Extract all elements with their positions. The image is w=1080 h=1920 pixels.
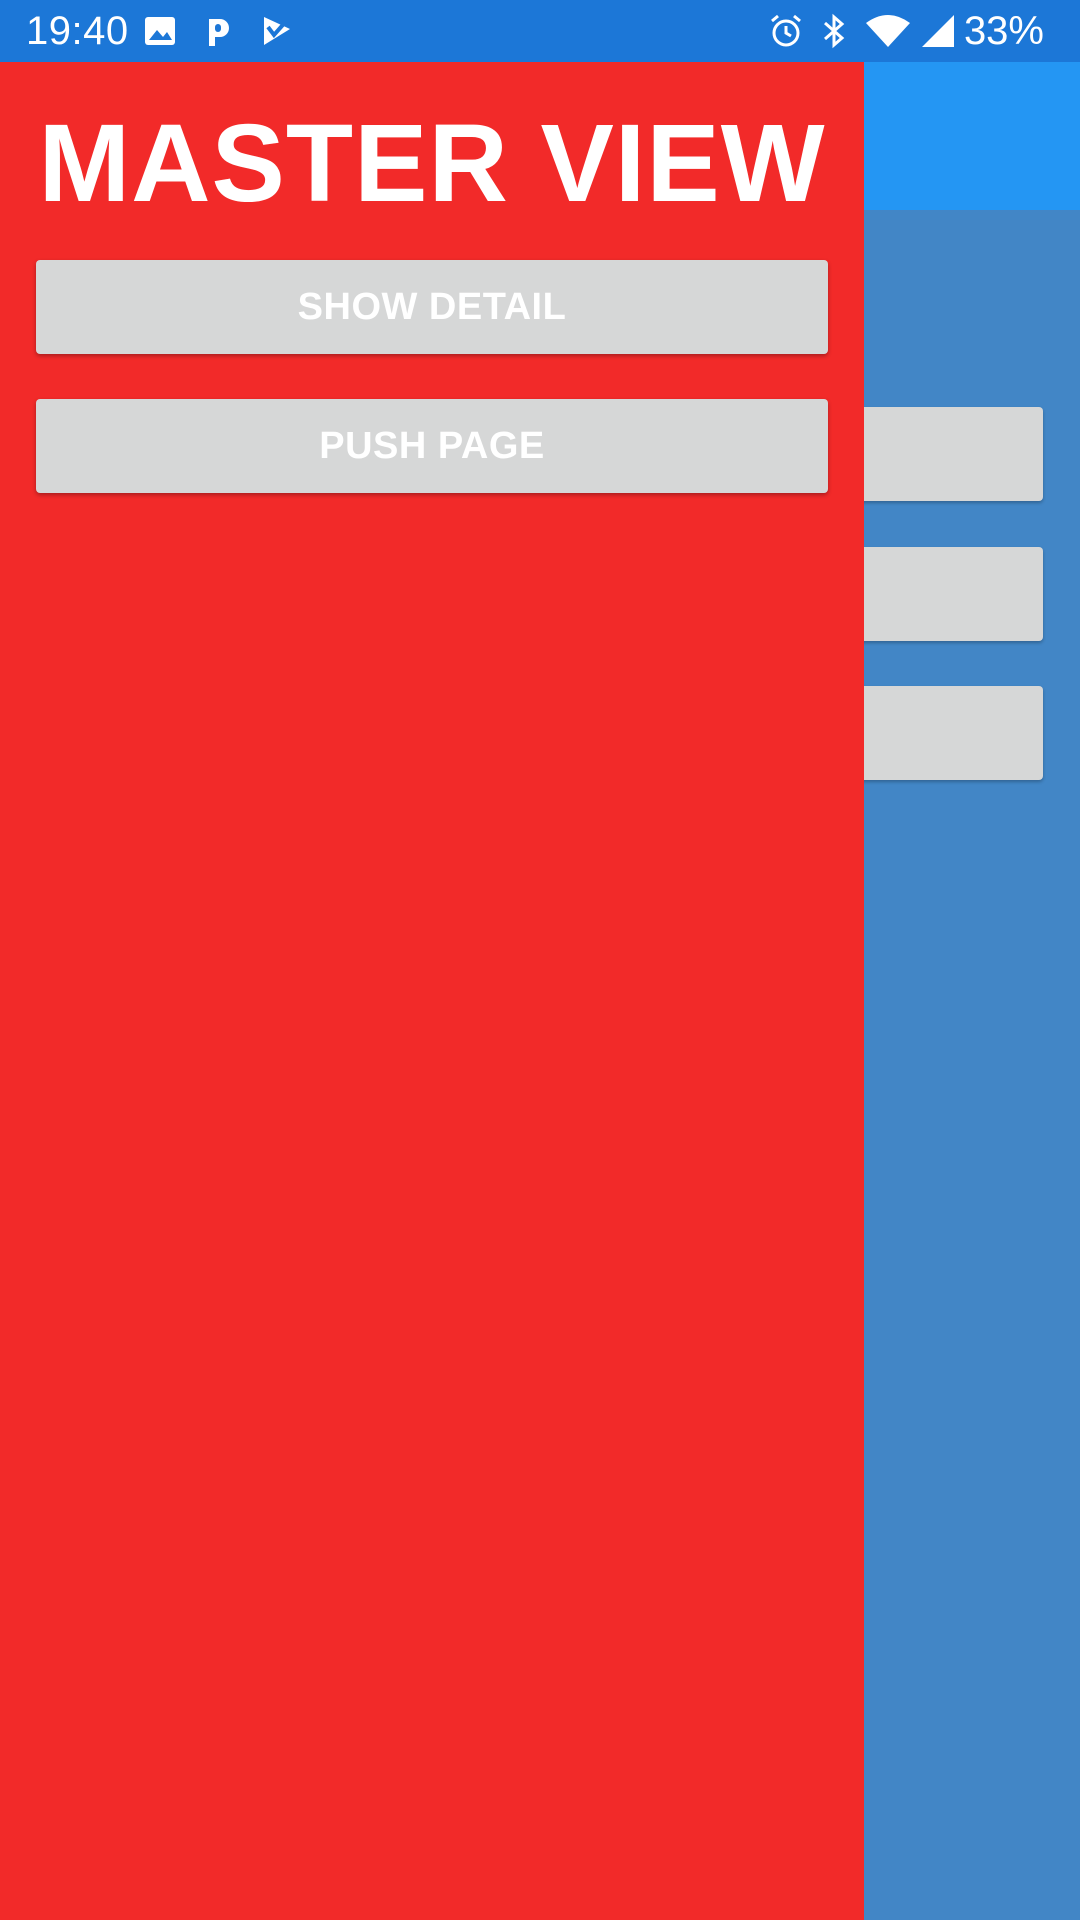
alarm-icon (768, 13, 804, 49)
push-page-button[interactable]: PUSH PAGE (36, 399, 828, 493)
master-title: MASTER VIEW (38, 102, 826, 225)
wifi-icon (864, 13, 912, 49)
bluetooth-icon (816, 13, 852, 49)
battery-percentage: 33% (963, 9, 1044, 53)
master-drawer: MASTER VIEW SHOW DETAIL PUSH PAGE (0, 62, 864, 1920)
screen: 19:40 33% MASTER VIEW SHOW DETAIL PUSH P… (0, 0, 1080, 1920)
image-icon (142, 13, 178, 49)
status-time: 19:40 (26, 9, 129, 53)
show-detail-button[interactable]: SHOW DETAIL (36, 260, 828, 354)
parking-icon (200, 13, 236, 49)
cell-signal-icon (918, 13, 958, 49)
check-flag-icon (258, 13, 294, 49)
status-bar: 19:40 33% (0, 0, 1080, 62)
